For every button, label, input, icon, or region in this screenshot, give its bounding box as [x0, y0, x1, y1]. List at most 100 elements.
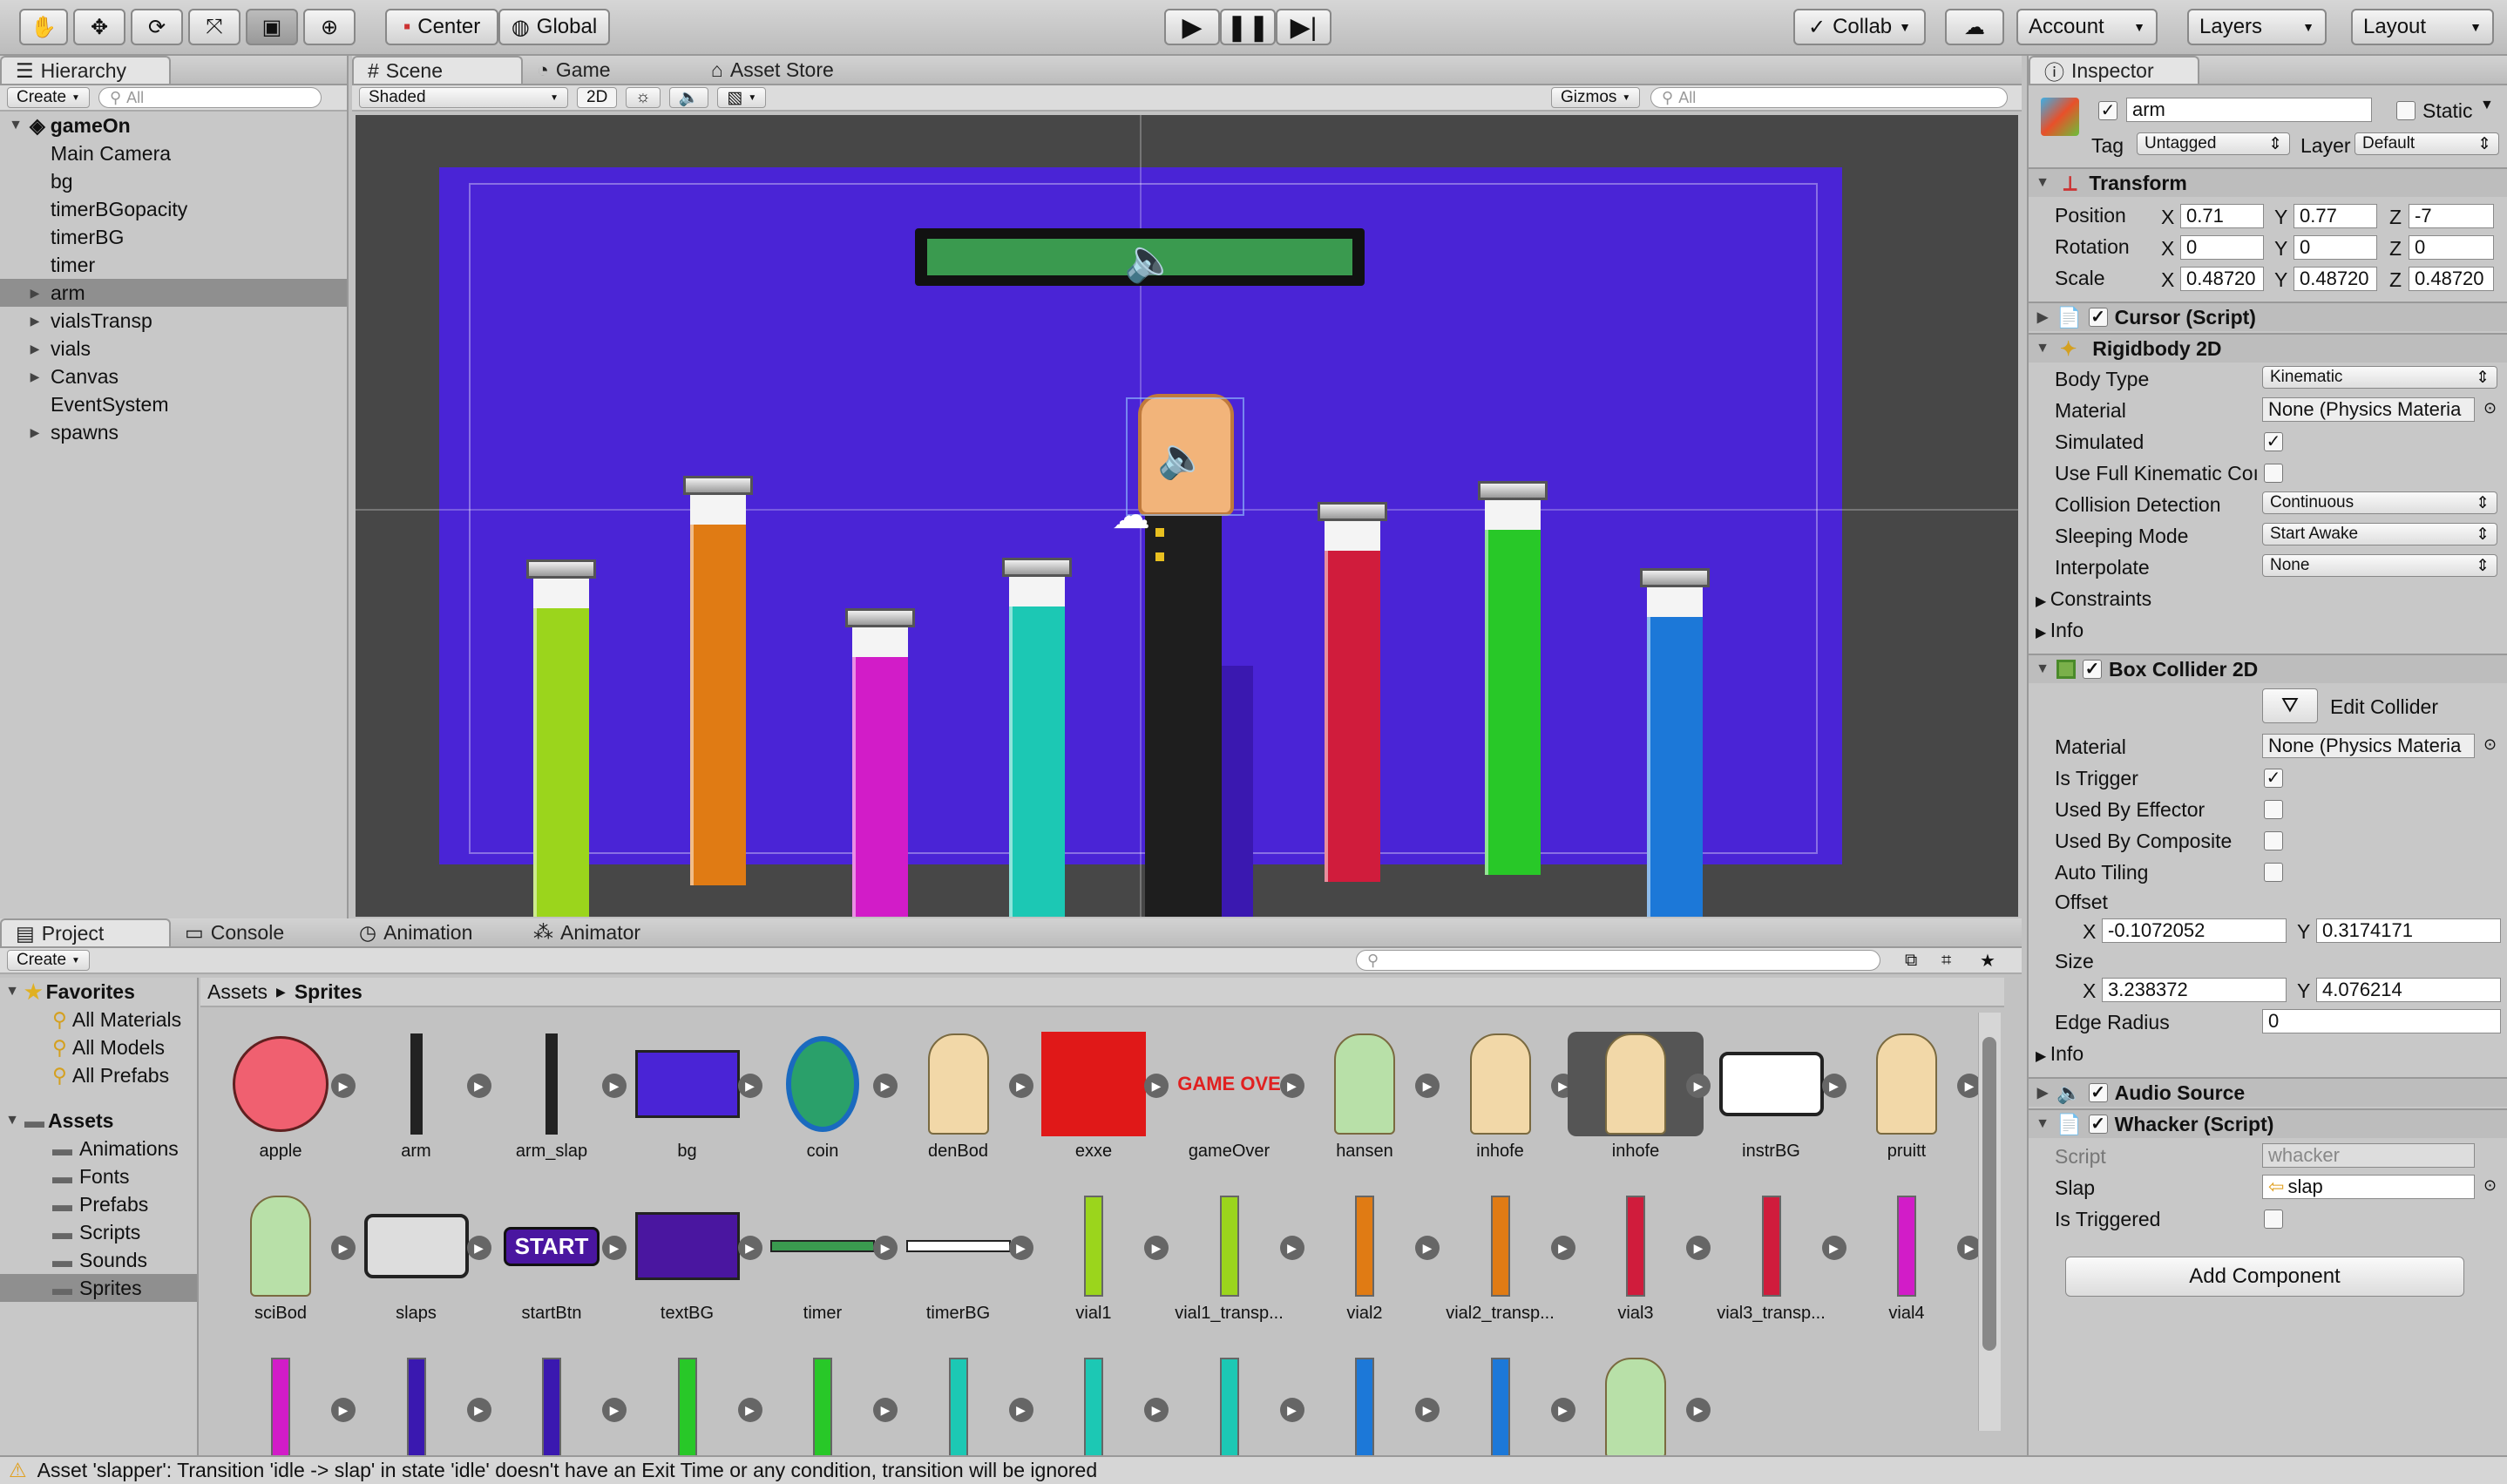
tab-console[interactable]: ▭ Console: [171, 918, 345, 946]
assets-node[interactable]: ▼ ▬ Assets: [0, 1107, 197, 1135]
folder-item[interactable]: ▬ Prefabs: [0, 1190, 197, 1218]
auto-tiling-checkbox[interactable]: [2264, 863, 2283, 882]
layer-dropdown[interactable]: Default ⇕: [2355, 132, 2499, 155]
transform-tool-button[interactable]: ⊕: [303, 9, 356, 45]
asset-item[interactable]: ▶ inhofe: [1433, 1032, 1575, 1162]
play-button[interactable]: ▶: [1164, 9, 1220, 45]
favorite-item[interactable]: ⚲ All Models: [0, 1033, 197, 1061]
favorites-node[interactable]: ▼ ★ Favorites: [0, 978, 197, 1006]
asset-item[interactable]: ▶ inhofe: [1568, 1032, 1711, 1162]
asset-item[interactable]: ▶: [620, 1356, 762, 1460]
rotation-field[interactable]: 0: [2409, 235, 2494, 260]
asset-item[interactable]: ▶ denBod: [891, 1032, 1033, 1162]
breadcrumb-assets[interactable]: Assets: [207, 980, 268, 1004]
asset-item[interactable]: ▶: [213, 1356, 356, 1460]
asset-item[interactable]: ▶: [1026, 1356, 1169, 1460]
used-by-composite-checkbox[interactable]: [2264, 831, 2283, 850]
asset-item[interactable]: ▶ vial4: [1839, 1194, 1982, 1324]
asset-item[interactable]: GAME OVE ▶ gameOver: [1162, 1032, 1304, 1162]
scale-field[interactable]: 0.48720: [2294, 267, 2377, 291]
favorite-item[interactable]: ⚲ All Prefabs: [0, 1061, 197, 1089]
favorite-star-icon[interactable]: ★: [1980, 950, 1995, 972]
hierarchy-item[interactable]: timerBGopacity: [0, 195, 347, 223]
asset-scrollbar[interactable]: [1978, 1013, 2001, 1431]
expand-right-icon[interactable]: ▶: [26, 425, 44, 440]
asset-item[interactable]: ▶ arm: [349, 1032, 491, 1162]
asset-item[interactable]: ▶ coin: [755, 1032, 898, 1162]
bc-info-foldout[interactable]: ▶ Info: [2036, 1042, 2084, 1066]
asset-item[interactable]: ▶ arm_slap: [484, 1032, 627, 1162]
asset-item[interactable]: ▶ bg: [620, 1032, 762, 1162]
hierarchy-search-input[interactable]: ⚲ All: [98, 87, 322, 108]
expand-sprite-icon[interactable]: ▶: [1686, 1398, 1711, 1422]
cloud-button[interactable]: ☁: [1945, 9, 2004, 45]
asset-item[interactable]: ▶ vial1_transp...: [1162, 1194, 1304, 1324]
rigidbody-header[interactable]: ▼ ✦ Rigidbody 2D: [2029, 333, 2507, 363]
asset-item[interactable]: ▶ hansen: [1297, 1032, 1440, 1162]
rotation-field[interactable]: 0: [2180, 235, 2264, 260]
asset-item[interactable]: ▶ slaps: [349, 1194, 491, 1324]
scale-field[interactable]: 0.48720: [2180, 267, 2264, 291]
scale-tool-button[interactable]: ⤧: [188, 9, 241, 45]
asset-item[interactable]: START ▶ startBtn: [484, 1194, 627, 1324]
asset-item[interactable]: ▶ pruitt: [1839, 1032, 1982, 1162]
toggle-2d-button[interactable]: 2D: [577, 87, 618, 108]
asset-item[interactable]: ▶ textBG: [620, 1194, 762, 1324]
tab-asset-store[interactable]: ⌂ Asset Store: [697, 56, 889, 84]
asset-item[interactable]: ▶ exxe: [1026, 1032, 1169, 1162]
edit-collider-button[interactable]: ⛛: [2262, 688, 2318, 723]
tab-project[interactable]: ▤ Project: [0, 918, 171, 946]
collision-dropdown[interactable]: Continuous ⇕: [2262, 491, 2497, 514]
tag-dropdown[interactable]: Untagged ⇕: [2137, 132, 2290, 155]
tab-animator[interactable]: ⁂ Animator: [519, 918, 694, 946]
offset-y-field[interactable]: 0.3174171: [2316, 918, 2501, 943]
tab-inspector[interactable]: ⓘ Inspector: [2029, 56, 2199, 84]
move-tool-button[interactable]: ✥: [73, 9, 125, 45]
hierarchy-item[interactable]: timer: [0, 251, 347, 279]
transform-header[interactable]: ▼ ⟂ Transform: [2029, 167, 2507, 197]
is-trigger-checkbox[interactable]: ✓: [2264, 769, 2283, 788]
account-dropdown[interactable]: Account ▼: [2016, 9, 2158, 45]
folder-item[interactable]: ▬ Sounds: [0, 1246, 197, 1274]
scale-field[interactable]: 0.48720: [2409, 267, 2494, 291]
asset-item[interactable]: ▶: [1568, 1356, 1711, 1460]
asset-item[interactable]: ▶ timer: [755, 1194, 898, 1324]
asset-item[interactable]: ▶: [1433, 1356, 1575, 1460]
hierarchy-item[interactable]: bg: [0, 167, 347, 195]
asset-item[interactable]: ▶: [1162, 1356, 1304, 1460]
filter-type-icon[interactable]: ⧉: [1905, 951, 1917, 971]
effects-dropdown[interactable]: ▧ ▼: [717, 87, 767, 108]
chevron-down-icon[interactable]: ▼: [2480, 98, 2494, 113]
folder-item[interactable]: ▬ Sprites: [0, 1274, 197, 1302]
active-checkbox[interactable]: ✓: [2098, 101, 2117, 120]
project-search-input[interactable]: ⚲: [1356, 950, 1880, 971]
scene-root[interactable]: ▼ ◈ gameOn: [0, 112, 347, 139]
object-picker-icon[interactable]: ⊙: [2483, 735, 2497, 754]
asset-item[interactable]: ▶ apple: [213, 1032, 356, 1162]
bc-material-field[interactable]: None (Physics Materia: [2262, 734, 2475, 758]
object-picker-icon[interactable]: ⊙: [2483, 399, 2497, 417]
object-name-input[interactable]: arm: [2126, 98, 2372, 122]
asset-item[interactable]: ▶: [484, 1356, 627, 1460]
folder-item[interactable]: ▬ Fonts: [0, 1162, 197, 1190]
gizmos-dropdown[interactable]: Gizmos ▼: [1551, 87, 1641, 108]
simulated-checkbox[interactable]: ✓: [2264, 432, 2283, 451]
hierarchy-item[interactable]: ▶ vialsTransp: [0, 307, 347, 335]
slap-field[interactable]: ⇦ slap: [2262, 1175, 2475, 1199]
hierarchy-item[interactable]: EventSystem: [0, 390, 347, 418]
add-component-button[interactable]: Add Component: [2065, 1257, 2464, 1297]
tab-scene[interactable]: # Scene: [352, 56, 523, 84]
asset-item[interactable]: ▶ timerBG: [891, 1194, 1033, 1324]
rb-material-field[interactable]: None (Physics Materia: [2262, 397, 2475, 422]
asset-item[interactable]: ▶: [891, 1356, 1033, 1460]
pause-button[interactable]: ❚❚: [1220, 9, 1276, 45]
asset-item[interactable]: ▶: [349, 1356, 491, 1460]
tab-animation[interactable]: ◷ Animation: [345, 918, 519, 946]
hierarchy-item[interactable]: ▶ vials: [0, 335, 347, 363]
rotate-tool-button[interactable]: ⟳: [131, 9, 183, 45]
asset-item[interactable]: ▶ vial2: [1297, 1194, 1440, 1324]
breadcrumb-sprites[interactable]: Sprites: [295, 980, 362, 1004]
expand-right-icon[interactable]: ▶: [26, 342, 44, 356]
size-y-field[interactable]: 4.076214: [2316, 978, 2501, 1002]
size-x-field[interactable]: 3.238372: [2102, 978, 2287, 1002]
